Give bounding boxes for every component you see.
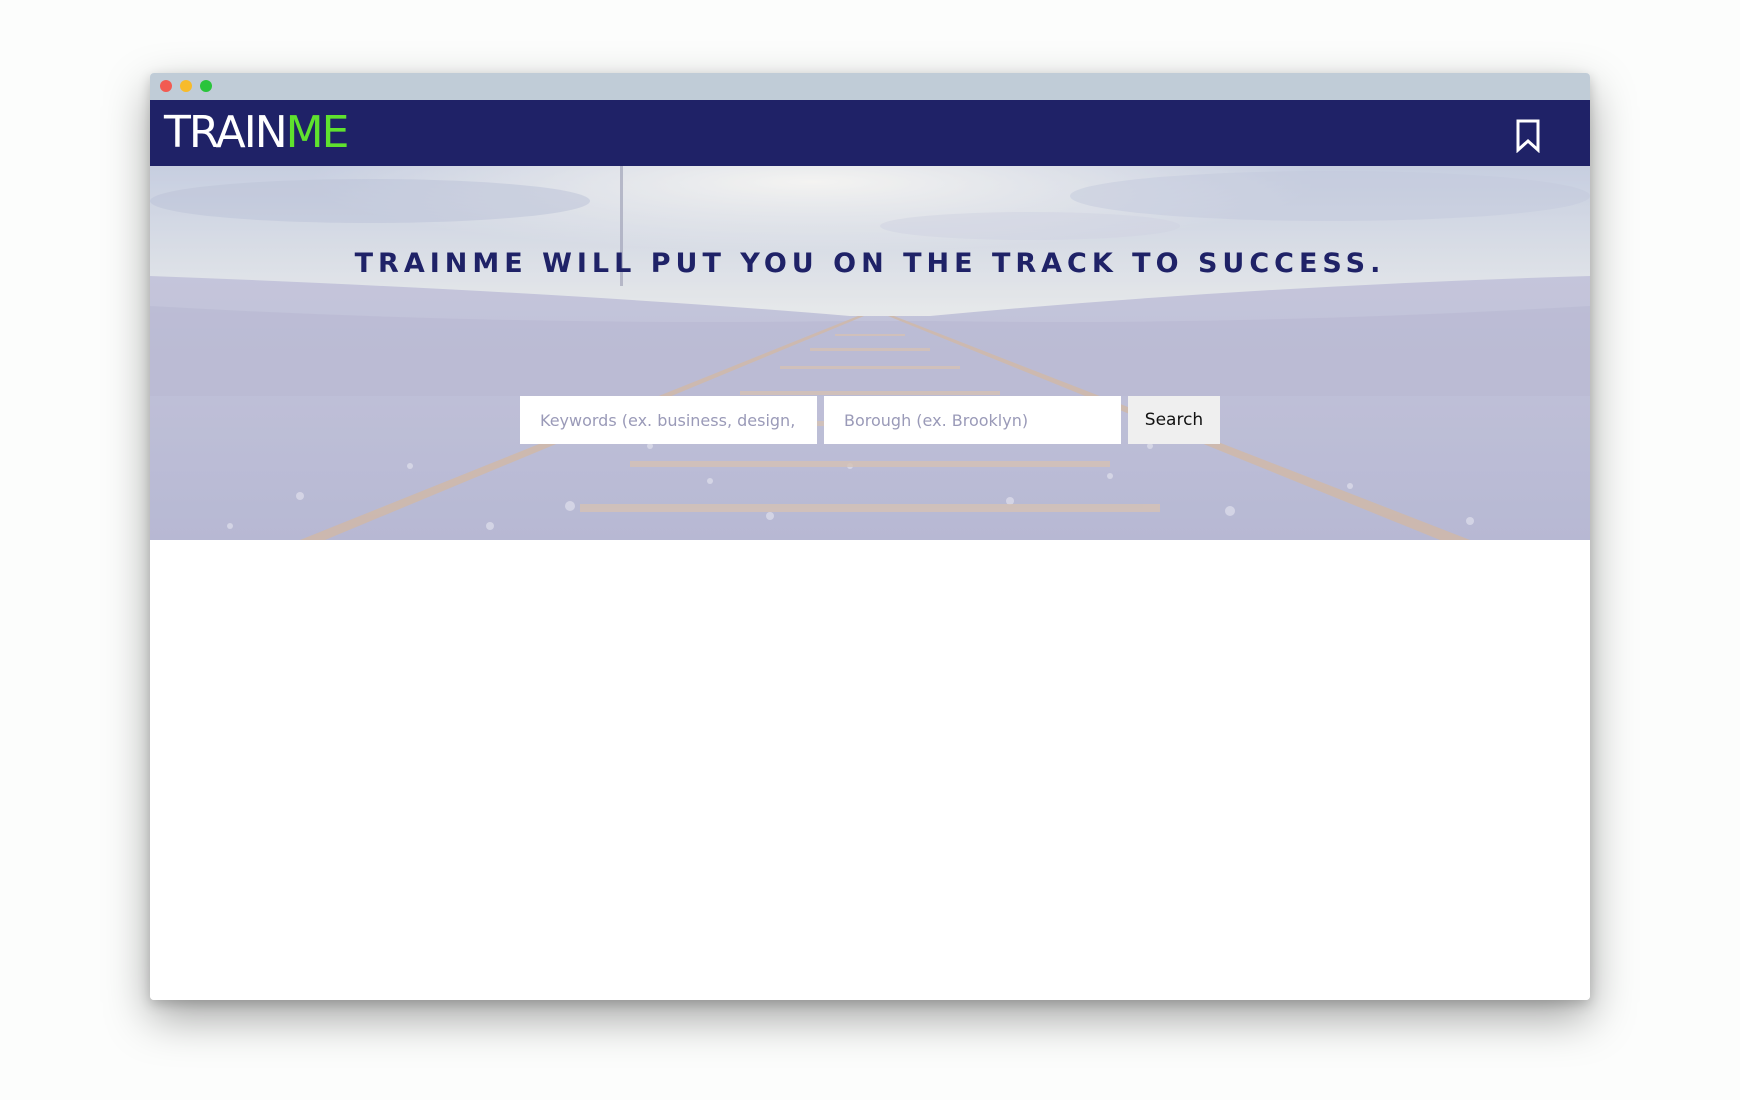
hero-section: TRAINME WILL PUT YOU ON THE TRACK TO SUC… <box>150 166 1590 540</box>
close-window-button[interactable] <box>160 80 172 92</box>
logo-text-me: ME <box>285 107 350 158</box>
site-logo[interactable]: TRAINME <box>164 106 350 160</box>
bookmark-icon[interactable] <box>1514 119 1542 154</box>
window-titlebar <box>150 73 1590 100</box>
navbar: TRAINME <box>150 100 1590 166</box>
railway-background-image <box>150 166 1590 540</box>
hero-tagline: TRAINME WILL PUT YOU ON THE TRACK TO SUC… <box>354 248 1386 279</box>
keywords-input[interactable] <box>520 396 817 444</box>
search-button[interactable]: Search <box>1128 396 1220 444</box>
borough-input[interactable] <box>824 396 1121 444</box>
logo-text-train: TRAIN <box>164 107 288 158</box>
minimize-window-button[interactable] <box>180 80 192 92</box>
main-content <box>150 540 1590 1000</box>
browser-window: TRAINME TRAINME WILL PUT YOU ON THE TRAC… <box>150 73 1590 1000</box>
maximize-window-button[interactable] <box>200 80 212 92</box>
